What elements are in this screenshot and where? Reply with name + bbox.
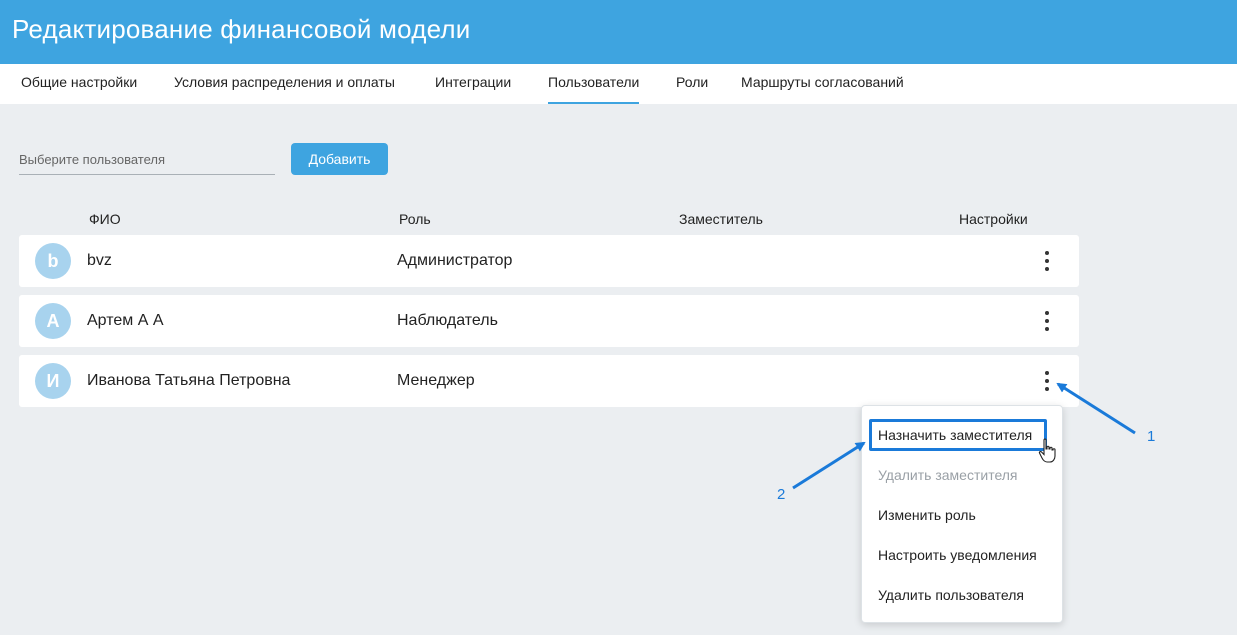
pointer-cursor-icon: [1038, 438, 1056, 463]
user-name: Артем А А: [87, 312, 164, 329]
avatar: И: [35, 363, 71, 399]
arrow-annotation-icon: [792, 441, 866, 490]
user-role: Наблюдатель: [397, 312, 498, 329]
user-role: Менеджер: [397, 372, 475, 389]
user-role: Администратор: [397, 252, 513, 269]
app-header: Редактирование финансовой модели: [0, 0, 1237, 64]
tab-roles[interactable]: Роли: [676, 64, 708, 104]
add-user-button[interactable]: Добавить: [291, 143, 388, 175]
annotation-step-1: 1: [1147, 428, 1156, 445]
user-select-input[interactable]: [19, 145, 275, 175]
column-header-name: ФИО: [89, 211, 121, 227]
menu-item-delete-user[interactable]: Удалить пользователя: [878, 587, 1024, 603]
kebab-menu-icon[interactable]: [1035, 309, 1059, 333]
table-row: И Иванова Татьяна Петровна Менеджер: [19, 355, 1079, 407]
tab-approval-routes[interactable]: Маршруты согласований: [741, 64, 904, 104]
avatar: А: [35, 303, 71, 339]
column-header-role: Роль: [399, 211, 431, 227]
avatar: b: [35, 243, 71, 279]
tab-bar: Общие настройки Условия распределения и …: [0, 64, 1237, 104]
table-row: b bvz Администратор: [19, 235, 1079, 287]
menu-item-notification-settings[interactable]: Настроить уведомления: [878, 547, 1037, 563]
kebab-menu-icon[interactable]: [1035, 369, 1059, 393]
kebab-menu-icon[interactable]: [1035, 249, 1059, 273]
page-title: Редактирование финансовой модели: [12, 14, 471, 44]
tab-distribution-payment[interactable]: Условия распределения и оплаты: [174, 64, 395, 104]
menu-item-assign-deputy[interactable]: Назначить заместителя: [878, 427, 1032, 443]
column-header-settings: Настройки: [959, 211, 1028, 227]
column-header-deputy: Заместитель: [679, 211, 763, 227]
tab-general-settings[interactable]: Общие настройки: [21, 64, 137, 104]
table-row: А Артем А А Наблюдатель: [19, 295, 1079, 347]
tab-integrations[interactable]: Интеграции: [435, 64, 511, 104]
user-context-menu: Назначить заместителя Удалить заместител…: [861, 405, 1063, 623]
menu-item-remove-deputy: Удалить заместителя: [878, 467, 1018, 483]
menu-item-change-role[interactable]: Изменить роль: [878, 507, 976, 523]
user-name: Иванова Татьяна Петровна: [87, 372, 291, 389]
tab-users[interactable]: Пользователи: [548, 64, 640, 104]
annotation-step-2: 2: [777, 486, 786, 503]
user-name: bvz: [87, 252, 112, 269]
